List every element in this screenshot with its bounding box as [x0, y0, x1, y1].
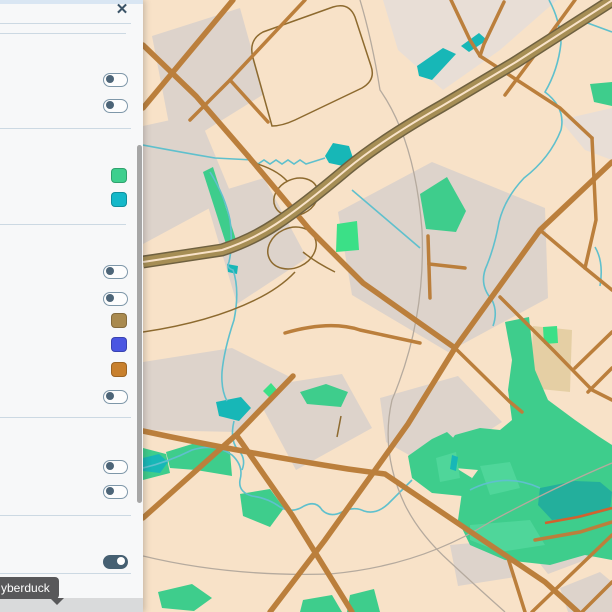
- toggle-knob: [106, 267, 114, 275]
- toggle-switch-8[interactable]: [103, 555, 128, 569]
- toggle-knob: [106, 392, 114, 400]
- toggle-knob: [106, 462, 114, 470]
- color-swatch-green[interactable]: [111, 168, 127, 183]
- toggle-switch-1[interactable]: [103, 73, 128, 87]
- panel-bottom-strip: [0, 598, 143, 612]
- toggle-knob: [106, 294, 114, 302]
- toggle-knob: [117, 557, 125, 565]
- close-icon: ✕: [115, 1, 129, 18]
- toggle-switch-3[interactable]: [103, 265, 128, 279]
- divider: [0, 515, 131, 516]
- toggle-switch-7[interactable]: [103, 485, 128, 499]
- divider: [0, 573, 131, 574]
- color-swatch-orange[interactable]: [111, 362, 127, 377]
- toggle-knob: [106, 75, 114, 83]
- toggle-switch-4[interactable]: [103, 292, 128, 306]
- color-swatch-tan[interactable]: [111, 313, 127, 328]
- tooltip: yberduck: [0, 577, 64, 605]
- divider: [0, 417, 131, 418]
- color-swatch-indigo[interactable]: [111, 337, 127, 352]
- color-swatch-teal[interactable]: [111, 192, 127, 207]
- divider: [0, 23, 131, 24]
- close-button[interactable]: ✕: [113, 1, 131, 19]
- toggle-knob: [106, 101, 114, 109]
- divider: [0, 224, 126, 225]
- divider: [0, 33, 126, 34]
- toggle-knob: [106, 487, 114, 495]
- toggle-switch-6[interactable]: [103, 460, 128, 474]
- divider: [0, 128, 131, 129]
- screen: ✕ yberduck: [0, 0, 612, 612]
- toggle-switch-5[interactable]: [103, 390, 128, 404]
- map-canvas[interactable]: [143, 0, 612, 612]
- scrollbar[interactable]: [137, 145, 142, 503]
- toggle-switch-2[interactable]: [103, 99, 128, 113]
- layers-panel: ✕: [0, 0, 143, 612]
